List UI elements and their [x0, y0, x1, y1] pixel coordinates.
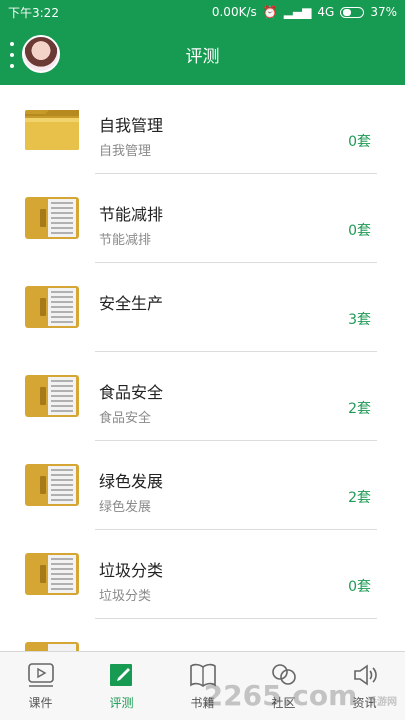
binder-icon [25, 197, 79, 239]
signal-icon: ▂▄▆ [283, 5, 312, 19]
status-bar: 下午3:22 0.00K/s ⏰ ▂▄▆ 4G 37% [0, 0, 405, 24]
binder-icon [25, 375, 79, 417]
binder-icon [25, 553, 79, 595]
item-subtitle: 节能减排 [99, 233, 152, 248]
binder-icon [25, 642, 79, 651]
watermark-logo: 2265.com 手游网 [204, 679, 397, 712]
status-battery: 37% [370, 5, 397, 19]
item-name: 安全生产 [99, 294, 164, 313]
item-name: 绿色发展 [99, 472, 164, 491]
tab-evaluation[interactable]: 评测 [81, 652, 162, 720]
item-count: 0套 [348, 223, 371, 239]
item-name: 自我管理 [99, 116, 164, 135]
tab-label: 课件 [28, 696, 53, 710]
battery-icon [340, 6, 365, 18]
binder-icon [25, 286, 79, 328]
binder-icon [25, 464, 79, 506]
category-list: 自我管理 自我管理 0套 节能减排 节能减排 0套 安全生产 3套 食品安全 食… [0, 85, 405, 651]
item-subtitle: 绿色发展 [99, 500, 152, 515]
item-subtitle: 自我管理 [99, 144, 152, 159]
item-name: 食品安全 [99, 383, 164, 402]
app-bar: 评测 [0, 24, 405, 85]
folder-icon [25, 110, 79, 150]
play-icon [27, 663, 54, 687]
tab-label: 评测 [109, 696, 134, 710]
item-count: 2套 [348, 490, 371, 506]
item-subtitle: 垃圾分类 [99, 589, 152, 604]
list-item[interactable]: 食品安全 食品安全 2套 [0, 352, 405, 441]
item-count: 2套 [348, 401, 371, 417]
item-name: 垃圾分类 [99, 561, 164, 580]
edit-icon [109, 664, 132, 686]
list-item[interactable]: 安全生产 3套 [0, 263, 405, 352]
item-count: 3套 [348, 312, 371, 328]
item-count: 0套 [348, 579, 371, 595]
page-title: 评测 [185, 47, 220, 67]
status-net-speed: 0.00K/s [211, 5, 257, 19]
list-item[interactable]: 垃圾分类 垃圾分类 0套 [0, 530, 405, 619]
list-item[interactable]: 绿色发展 绿色发展 2套 [0, 441, 405, 530]
alarm-icon: ⏰ [262, 5, 278, 19]
item-count: 0套 [348, 134, 371, 150]
list-item[interactable]: 自我管理 自我管理 0套 [0, 85, 405, 174]
watermark-sub: 手游网 [367, 697, 397, 708]
list-item-partial[interactable] [0, 619, 405, 651]
item-name: 节能减排 [99, 205, 164, 224]
status-signal: 4G [317, 5, 335, 19]
tab-courseware[interactable]: 课件 [0, 652, 81, 720]
list-item[interactable]: 节能减排 节能减排 0套 [0, 174, 405, 263]
watermark-text: 2265.com [203, 679, 358, 712]
item-subtitle: 食品安全 [99, 411, 152, 426]
status-time: 下午3:22 [8, 5, 59, 20]
